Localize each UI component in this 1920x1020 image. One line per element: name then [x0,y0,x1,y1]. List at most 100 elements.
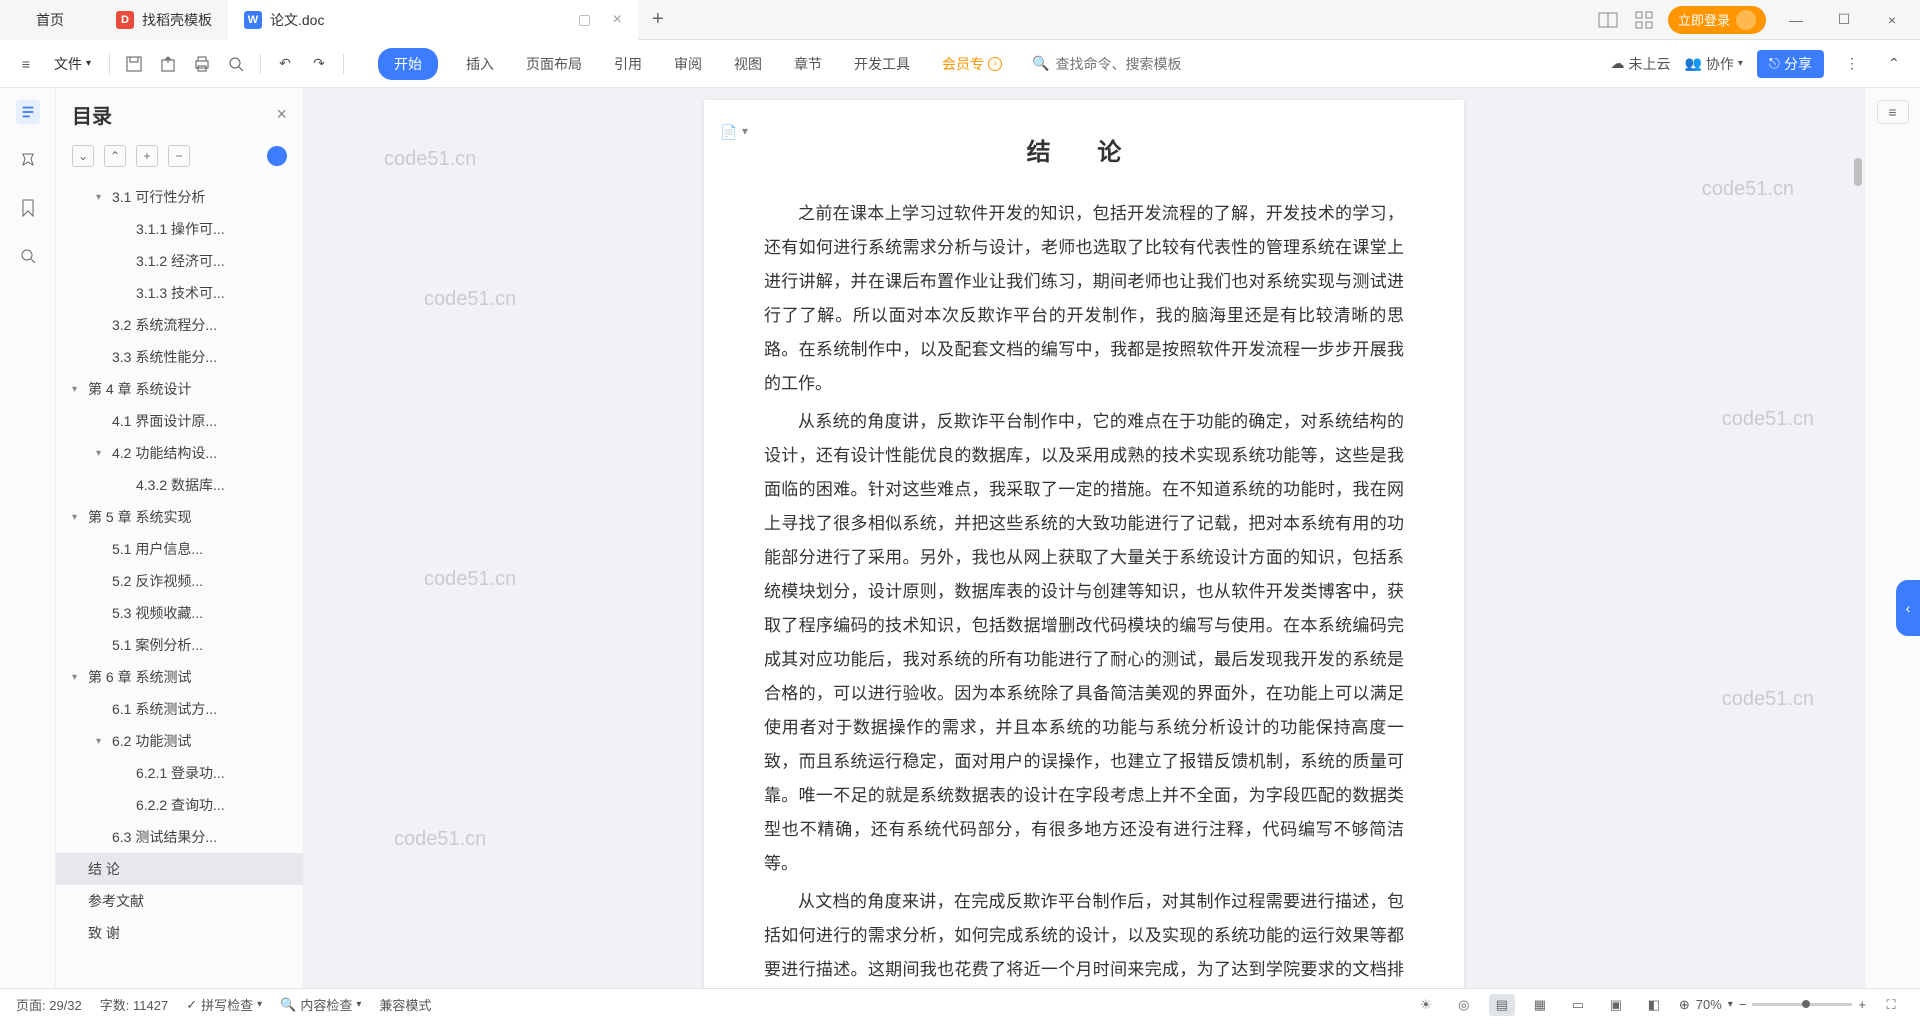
outline-item[interactable]: ▾4.2 功能结构设... [56,437,303,469]
tab-window-icon[interactable]: ▢ [572,8,596,32]
zoom-slider[interactable] [1752,1003,1852,1006]
refresh-icon[interactable] [267,146,287,166]
outline-close-icon[interactable]: × [276,104,287,125]
outline-item[interactable]: 6.2.1 登录功... [56,757,303,789]
view-page-icon[interactable]: ▤ [1489,994,1515,1016]
outline-item-label: 6.2 功能测试 [112,731,191,751]
panel-toggle-icon[interactable]: ≡ [1877,100,1909,124]
chevron-icon: ▾ [72,384,86,395]
more-icon[interactable]: ⋮ [1838,50,1866,78]
grid-icon[interactable] [1632,8,1656,32]
tab-close-icon[interactable]: × [612,11,621,29]
outline-item[interactable]: 3.3 系统性能分... [56,341,303,373]
outline-item[interactable]: ▾第 5 章 系统实现 [56,501,303,533]
search-input[interactable] [1055,56,1215,72]
outline-item-label: 6.1 系统测试方... [112,699,217,719]
search-box[interactable]: 🔍 [1032,55,1215,72]
outline-item[interactable]: 6.1 系统测试方... [56,693,303,725]
outline-item[interactable]: 3.1.2 经济可... [56,245,303,277]
outline-item[interactable]: 4.1 界面设计原... [56,405,303,437]
tab-document[interactable]: W 论文.doc ▢ × [228,0,638,40]
tab-home[interactable]: 首页 [0,0,100,40]
undo-icon[interactable]: ↶ [271,50,299,78]
scrollbar[interactable] [1852,88,1864,988]
share-button[interactable]: ⎋ 分享 [1757,50,1824,78]
collapse-all-icon[interactable]: ⌄ [72,145,94,167]
tab-layout[interactable]: 页面布局 [522,48,586,80]
expand-up-icon[interactable]: ⌃ [104,145,126,167]
preview-icon[interactable] [222,50,250,78]
outline-item[interactable]: 4.3.2 数据库... [56,469,303,501]
page-indicator[interactable]: 页面: 29/32 [16,995,82,1014]
remove-icon[interactable]: − [168,145,190,167]
outline-item[interactable]: ▾第 4 章 系统设计 [56,373,303,405]
outline-item[interactable]: 5.3 视频收藏... [56,597,303,629]
outline-item[interactable]: 3.2 系统流程分... [56,309,303,341]
focus-icon[interactable]: ◎ [1451,994,1477,1016]
maximize-button[interactable]: ☐ [1826,5,1862,35]
pin-icon[interactable] [16,148,40,172]
redo-icon[interactable]: ↷ [305,50,333,78]
outline-item[interactable]: 5.2 反诈视频... [56,565,303,597]
file-menu[interactable]: 文件 ▾ [46,54,99,74]
view-web-icon[interactable]: ▭ [1565,994,1591,1016]
tab-devtools[interactable]: 开发工具 [850,48,914,80]
view-outline-icon[interactable]: ▦ [1527,994,1553,1016]
page-doc-icon[interactable]: 📄 [720,124,738,142]
minimize-button[interactable]: — [1778,5,1814,35]
tab-review[interactable]: 审阅 [670,48,706,80]
search-rail-icon[interactable] [16,244,40,268]
outline-item[interactable]: 参考文献 [56,885,303,917]
tab-vip[interactable]: 会员专 › [938,48,1006,80]
tab-start[interactable]: 开始 [378,48,438,80]
tab-add-button[interactable]: + [638,8,678,31]
add-icon[interactable]: + [136,145,158,167]
tab-chapter[interactable]: 章节 [790,48,826,80]
fullscreen-icon[interactable]: ⛶ [1878,994,1904,1016]
outline-item[interactable]: 3.1.1 操作可... [56,213,303,245]
tab-template[interactable]: D 找稻壳模板 [100,0,228,40]
spell-check[interactable]: ✓ 拼写检查 ▾ [186,995,262,1014]
outline-item[interactable]: ▾第 6 章 系统测试 [56,661,303,693]
tab-label: 论文.doc [270,10,324,30]
outline-item[interactable]: 5.1 用户信息... [56,533,303,565]
scroll-thumb[interactable] [1854,158,1862,186]
brightness-icon[interactable]: ☀ [1413,994,1439,1016]
menu-icon[interactable]: ≡ [12,50,40,78]
settings-icon[interactable]: ◧ [1641,994,1667,1016]
outline-item[interactable]: 致 谢 [56,917,303,949]
tab-reference[interactable]: 引用 [610,48,646,80]
zoom-out-icon[interactable]: − [1739,997,1747,1012]
close-button[interactable]: × [1874,5,1910,35]
outline-item[interactable]: 结 论 [56,853,303,885]
outline-item[interactable]: ▾6.2 功能测试 [56,725,303,757]
outline-item[interactable]: 3.1.3 技术可... [56,277,303,309]
word-count[interactable]: 字数: 11427 [100,995,168,1014]
side-feedback-tab[interactable]: ‹ [1896,580,1920,636]
collapse-icon[interactable]: ⌃ [1880,50,1908,78]
page-menu-icon[interactable]: ▾ [742,124,760,142]
outline-item[interactable]: 6.2.2 查询功... [56,789,303,821]
tab-insert[interactable]: 插入 [462,48,498,80]
content-icon: 🔍 [280,997,296,1013]
layout1-icon[interactable] [1596,8,1620,32]
outline-item[interactable]: ▾3.1 可行性分析 [56,181,303,213]
avatar-icon [1736,10,1756,30]
cloud-status[interactable]: ☁ 未上云 [1610,54,1670,74]
export-icon[interactable] [154,50,182,78]
login-button[interactable]: 立即登录 [1668,6,1766,34]
print-icon[interactable] [188,50,216,78]
document-area[interactable]: code51.cn code51.cn code51.cn code51.cn … [304,88,1864,988]
zoom-control[interactable]: ⊕ 70% ▾ − + [1679,997,1866,1013]
collab-button[interactable]: 👥 协作 ▾ [1684,54,1742,74]
outline-item[interactable]: 5.1 案例分析... [56,629,303,661]
save-icon[interactable] [120,50,148,78]
outline-item[interactable]: 6.3 测试结果分... [56,821,303,853]
content-check[interactable]: 🔍 内容检查 ▾ [280,995,361,1014]
zoom-in-icon[interactable]: + [1858,997,1866,1012]
view-read-icon[interactable]: ▣ [1603,994,1629,1016]
outline-toggle-icon[interactable] [16,100,40,124]
tab-view[interactable]: 视图 [730,48,766,80]
compat-mode[interactable]: 兼容模式 [379,995,431,1014]
bookmark-icon[interactable] [16,196,40,220]
